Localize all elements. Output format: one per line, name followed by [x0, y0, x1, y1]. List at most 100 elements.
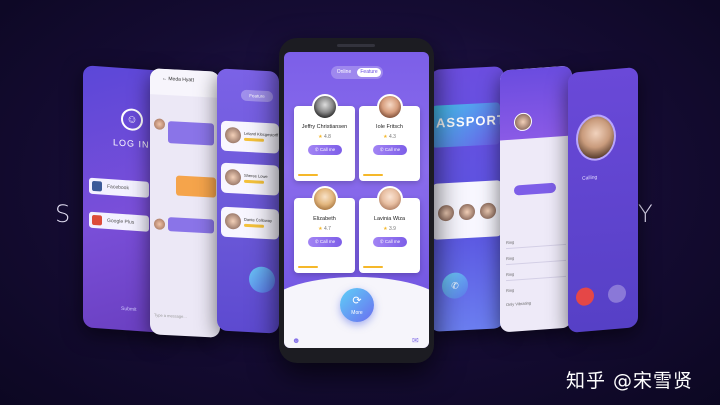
divider	[506, 275, 566, 282]
settings-label: Ring	[506, 287, 515, 294]
settings-header	[500, 65, 572, 141]
decline-call-button[interactable]	[576, 286, 594, 307]
chat-avatar	[154, 118, 165, 130]
login-title: LOG IN	[113, 137, 150, 150]
profile-name: Iole Fritsch	[376, 124, 403, 130]
favorites-panel	[432, 180, 502, 240]
video-call-button[interactable]: ✆	[442, 271, 468, 300]
chat-back-icon[interactable]: ←	[162, 76, 167, 82]
favorite-avatar[interactable]	[480, 202, 496, 220]
card-accent-bar	[298, 266, 318, 268]
contact-avatar	[225, 212, 241, 230]
profile-name: Elizabeth	[313, 216, 336, 222]
settings-label: Ring	[506, 239, 515, 246]
settings-label: Ring	[506, 255, 515, 262]
tab-online[interactable]: Online	[333, 68, 355, 77]
settings-pill-button[interactable]	[514, 182, 556, 196]
ticket-screen-card: ASSPORT ✆	[430, 66, 504, 332]
favorite-avatar[interactable]	[438, 204, 454, 222]
contact-row[interactable]: Leland Klocgestorff	[221, 120, 279, 154]
contact-avatar	[225, 168, 241, 186]
call-me-label: Call me	[384, 147, 401, 152]
refresh-icon: ⟳	[352, 295, 362, 307]
call-me-button[interactable]: ✆ Call me	[308, 145, 342, 155]
chat-bubble-incoming-2	[168, 217, 214, 234]
bg-letter-s: S	[55, 200, 73, 228]
rating-value: 3.9	[388, 226, 396, 232]
contact-row[interactable]: Dante Colloway	[221, 206, 279, 240]
rating-value: 4.7	[323, 226, 331, 232]
profile-avatar	[312, 94, 338, 120]
divider	[506, 259, 566, 266]
card-accent-bar	[298, 174, 318, 176]
divider	[506, 243, 566, 250]
user-icon[interactable]: ☻	[292, 336, 300, 345]
card-accent-bar	[363, 266, 383, 268]
call-me-label: Call me	[319, 239, 336, 244]
star-icon: ★	[383, 226, 388, 232]
contacts-screen-card: Feature Leland Klocgestorff Sheree Lowe …	[217, 68, 279, 334]
call-button[interactable]	[249, 266, 275, 294]
chat-bubble-outgoing	[176, 175, 216, 198]
contacts-tab-feature[interactable]: Feature	[241, 89, 273, 103]
message-icon[interactable]: ✉	[412, 336, 419, 345]
chat-header: ← Meda Hyatt	[150, 68, 220, 98]
profile-name: Lavinia Wiza	[373, 216, 406, 222]
settings-label: Ring	[506, 271, 515, 278]
profile-card-jeffry[interactable]: Jeffry Christiansen ★ 4.8 ✆ Call me	[294, 94, 355, 181]
card-accent-bar	[363, 174, 383, 176]
google-plus-label: Google Plus	[107, 217, 135, 226]
google-plus-button[interactable]: Google Plus	[89, 211, 149, 232]
phone-icon: ✆	[379, 147, 384, 152]
call-me-button[interactable]: ✆ Call me	[373, 237, 407, 247]
phone-speaker	[337, 44, 375, 47]
chat-avatar-2	[154, 218, 165, 230]
contact-row[interactable]: Sheree Lowe	[221, 162, 279, 196]
profile-avatar	[377, 94, 403, 120]
chat-bubble-incoming	[168, 121, 214, 146]
chat-screen-card: ← Meda Hyatt Type a message...	[150, 68, 220, 338]
profile-avatar	[377, 186, 403, 212]
submit-link[interactable]: Submit	[121, 306, 137, 313]
profile-name: Jeffry Christiansen	[301, 124, 348, 130]
settings-screen-card: Ring Ring Ring Ring Only Vibrating	[500, 65, 572, 333]
facebook-label: Facebook	[107, 183, 129, 192]
settings-label: Only Vibrating	[506, 300, 532, 308]
bg-letter-y: Y	[638, 200, 655, 228]
star-icon: ★	[318, 226, 323, 232]
caller-status: Calling	[582, 174, 598, 182]
call-me-label: Call me	[319, 147, 336, 152]
profile-rating: ★ 4.3	[359, 134, 420, 140]
profile-rating: ★ 4.8	[294, 134, 355, 140]
contact-name: Sheree Lowe	[244, 172, 268, 180]
contact-rating-bar	[244, 223, 264, 228]
phone-icon: ✆	[379, 239, 384, 244]
message-call-button[interactable]	[608, 283, 626, 304]
ticket-banner: ASSPORT	[432, 102, 504, 148]
contact-avatar	[225, 126, 241, 144]
featured-contacts-screen: Online Feature Jeffry Christiansen ★ 4.8…	[284, 52, 429, 348]
facebook-button[interactable]: Facebook	[89, 177, 149, 198]
incoming-call-card: Calling	[568, 66, 638, 334]
caller-photo	[576, 112, 616, 163]
favorite-avatar[interactable]	[459, 203, 475, 221]
phone-icon: ✆	[314, 239, 319, 244]
profile-card-iole[interactable]: Iole Fritsch ★ 4.3 ✆ Call me	[359, 94, 420, 181]
call-me-button[interactable]: ✆ Call me	[308, 237, 342, 247]
phone-icon: ✆	[451, 280, 459, 291]
call-me-button[interactable]: ✆ Call me	[373, 145, 407, 155]
contact-name: Leland Klocgestorff	[244, 130, 279, 138]
profile-rating: ★ 4.7	[294, 226, 355, 232]
more-button[interactable]: ⟳ More	[340, 288, 374, 322]
rating-value: 4.3	[388, 134, 396, 140]
facebook-icon	[92, 180, 102, 192]
chat-input[interactable]: Type a message...	[154, 312, 187, 319]
profile-card-elizabeth[interactable]: Elizabeth ★ 4.7 ✆ Call me	[294, 186, 355, 273]
contact-rating-bar	[244, 179, 264, 184]
login-user-icon: ☺	[121, 107, 143, 132]
profile-card-lavinia[interactable]: Lavinia Wiza ★ 3.9 ✆ Call me	[359, 186, 420, 273]
call-me-label: Call me	[384, 239, 401, 244]
google-plus-icon	[92, 214, 102, 226]
tab-feature[interactable]: Feature	[357, 68, 381, 77]
profile-avatar	[312, 186, 338, 212]
